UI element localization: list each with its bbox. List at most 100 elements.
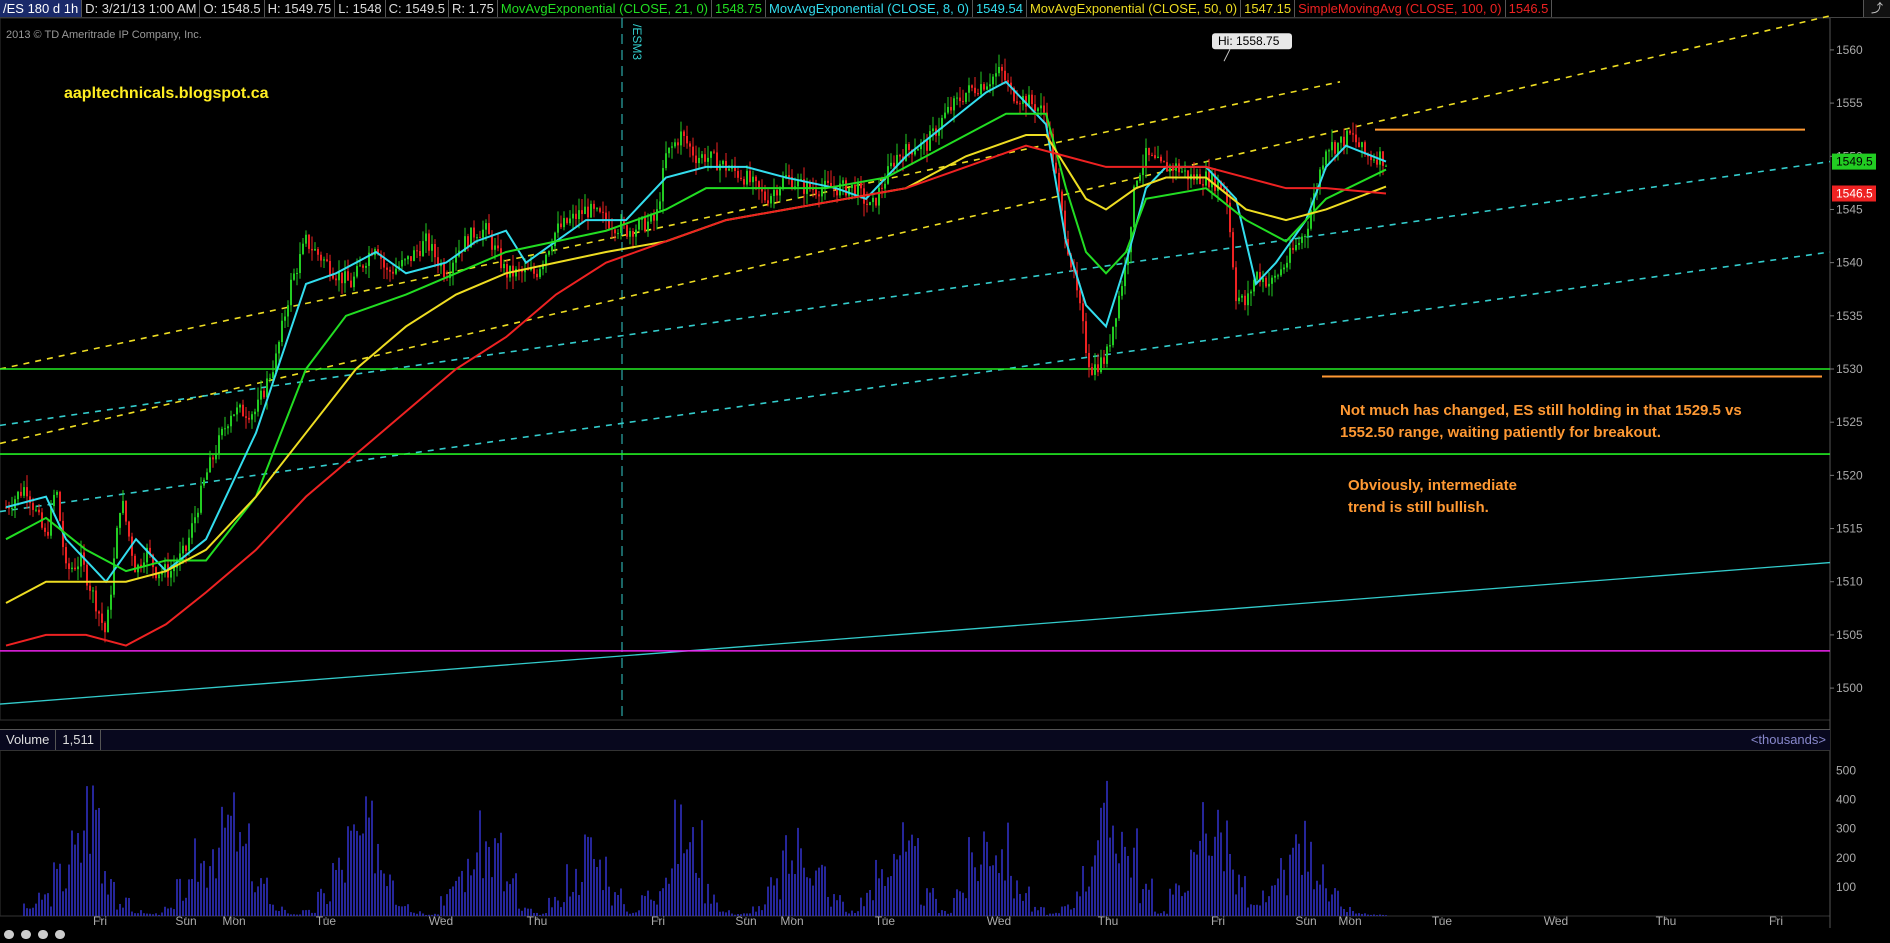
price-bar-body [608, 220, 610, 229]
price-bar-body [203, 479, 205, 486]
time-tick-label: Fri [93, 914, 107, 928]
zoom-out-icon[interactable] [4, 930, 14, 939]
price-bar-body [323, 259, 325, 261]
price-bar-body [566, 218, 568, 224]
price-bar-body [1346, 130, 1348, 147]
contract-roll-label: /ESM3 [630, 24, 644, 60]
zoom-in-icon[interactable] [21, 930, 31, 939]
price-bar-body [533, 268, 535, 274]
price-bar-body [20, 491, 22, 496]
price-bar-body [707, 157, 709, 162]
price-bar-body [590, 203, 592, 218]
price-bar-body [1160, 156, 1162, 162]
price-bar-body [395, 268, 397, 274]
price-bar-body [617, 232, 619, 234]
volume-tick-label: 500 [1836, 764, 1856, 778]
price-tick-label: 1500 [1836, 681, 1863, 695]
price-bar-body [293, 273, 295, 280]
price-bar-body [980, 84, 982, 95]
price-bar-body [287, 305, 289, 317]
price-bar-body [314, 248, 316, 251]
price-bar-body [47, 531, 49, 536]
time-tick-label: Sun [1295, 914, 1316, 928]
price-bar-body [836, 188, 838, 196]
price-bar-body [620, 221, 622, 233]
price-bar-body [503, 263, 505, 269]
price-bar-body [233, 414, 235, 416]
price-bar-body [899, 154, 901, 157]
price-bar-body [428, 233, 430, 251]
reset-zoom-icon[interactable] [38, 930, 48, 939]
price-bar-body [107, 609, 109, 633]
price-bar-body [1211, 173, 1213, 188]
annotation-range-line1: Not much has changed, ES still holding i… [1340, 402, 1742, 419]
price-bar-body [827, 180, 829, 183]
price-bar-body [755, 176, 757, 182]
price-bar-body [284, 316, 286, 321]
price-bar-body [482, 229, 484, 238]
price-bar-body [770, 196, 772, 204]
price-bar-body [23, 487, 25, 496]
price-bar-body [644, 217, 646, 232]
price-bar-body [554, 232, 556, 247]
price-bar-body [575, 213, 577, 220]
price-bar-body [38, 509, 40, 513]
price-bar-body [587, 206, 589, 218]
price-bar-body [278, 342, 280, 354]
price-bar-body [1343, 136, 1345, 147]
price-bar-body [1199, 174, 1201, 185]
volume-label[interactable]: Volume [0, 730, 57, 750]
price-bar-body [908, 144, 910, 150]
price-bar-body [299, 254, 301, 273]
price-bar-body [68, 563, 70, 570]
price-bar-body [893, 162, 895, 167]
time-tick-label: Wed [1544, 914, 1568, 928]
price-bar-body [1271, 277, 1273, 284]
price-bar-body [1121, 286, 1123, 296]
price-bar-body [1061, 191, 1063, 211]
price-bar-body [425, 233, 427, 242]
price-bar-body [1247, 293, 1249, 306]
price-bar-body [191, 523, 193, 538]
time-tick-label: Tue [875, 914, 896, 928]
price-bar-body [725, 160, 727, 171]
price-bar-body [407, 256, 409, 260]
price-bar-body [536, 273, 538, 278]
scroll-icon[interactable] [55, 930, 65, 939]
price-tick-label: 1540 [1836, 256, 1863, 270]
time-tick-label: Tue [1432, 914, 1453, 928]
price-tick-label: 1525 [1836, 415, 1863, 429]
volume-tick-label: 400 [1836, 793, 1856, 807]
price-bar-body [986, 86, 988, 90]
price-bar-body [929, 131, 931, 151]
price-bar-body [494, 245, 496, 250]
price-bar-body [674, 142, 676, 147]
price-badge-text: 1546.5 [1836, 187, 1873, 201]
price-bar-body [185, 545, 187, 551]
price-bar-body [320, 254, 322, 261]
price-bar-body [266, 378, 268, 398]
price-bar-body [1115, 318, 1117, 327]
price-bar-body [596, 208, 598, 210]
price-bar-body [989, 84, 991, 87]
price-chart[interactable]: 1500 1505 1510 1515 1520 1525 1530 1535 1540 1545… [0, 0, 1890, 939]
price-bar-body [983, 84, 985, 90]
price-bar-body [479, 237, 481, 239]
price-bar-body [254, 411, 256, 415]
price-bar-body [1034, 104, 1036, 112]
price-bar-body [1082, 303, 1084, 322]
price-bar-body [32, 503, 34, 510]
price-bar-body [572, 213, 574, 219]
price-bar-body [668, 147, 670, 154]
price-bar-body [710, 151, 712, 158]
price-bar-body [182, 545, 184, 554]
time-tick-label: Thu [1656, 914, 1677, 928]
copyright-text: 2013 © TD Ameritrade IP Company, Inc. [6, 29, 202, 41]
price-bar-body [452, 262, 454, 274]
price-bar-body [401, 259, 403, 267]
price-bar-body [1163, 161, 1165, 163]
price-bar-body [473, 227, 475, 238]
price-bar-body [1055, 162, 1057, 173]
volume-value: 1,511 [56, 730, 101, 750]
price-bar-body [110, 594, 112, 610]
